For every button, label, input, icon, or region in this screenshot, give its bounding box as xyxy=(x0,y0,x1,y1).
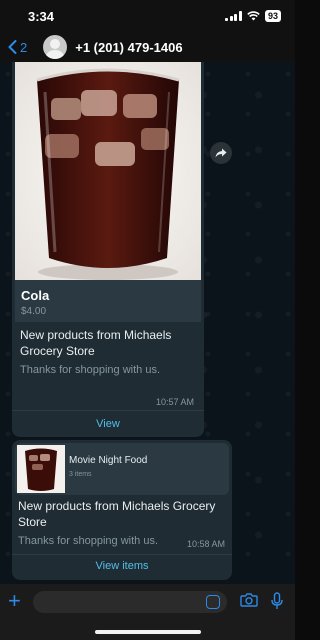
product-info[interactable]: Cola $4.00 xyxy=(15,280,201,322)
message-time: 10:58 AM xyxy=(187,539,226,549)
message-subtitle: Thanks for shopping with us. xyxy=(18,535,159,547)
catalog-thumbnail xyxy=(17,445,65,493)
message-title: New products from Michaels Grocery Store xyxy=(18,499,216,529)
message-subtitle: Thanks for shopping with us. xyxy=(20,364,161,376)
catalog-title: Movie Night Food xyxy=(69,455,148,466)
status-time: 3:34 xyxy=(28,9,55,24)
wifi-icon xyxy=(247,11,260,21)
message-title: New products from Michaels Grocery Store xyxy=(20,328,172,358)
chat-header: 2 +1 (201) 479-1406 xyxy=(0,32,295,62)
signal-icon xyxy=(225,11,242,21)
cola-thumbnail-image xyxy=(17,445,65,493)
cola-glass-image xyxy=(15,62,201,280)
contact-name[interactable]: +1 (201) 479-1406 xyxy=(75,40,182,55)
sticker-icon[interactable] xyxy=(206,595,220,609)
product-image[interactable] xyxy=(15,62,201,280)
back-button[interactable]: 2 xyxy=(8,40,27,55)
plus-icon[interactable]: + xyxy=(8,590,21,612)
divider xyxy=(12,410,204,411)
product-message-bubble[interactable]: Cola $4.00 New products from Michaels Gr… xyxy=(12,62,204,437)
home-indicator xyxy=(95,630,201,634)
camera-icon[interactable] xyxy=(240,593,258,607)
battery-indicator: 93 xyxy=(264,10,281,22)
forward-button[interactable] xyxy=(210,142,232,164)
catalog-card[interactable]: Movie Night Food 3 items xyxy=(15,443,229,495)
product-name: Cola xyxy=(21,288,50,303)
message-input[interactable] xyxy=(33,591,227,613)
catalog-item-count: 3 items xyxy=(69,471,92,478)
microphone-icon[interactable] xyxy=(271,592,283,610)
product-price: $4.00 xyxy=(21,306,47,317)
view-button[interactable]: View xyxy=(12,418,204,430)
back-count: 2 xyxy=(20,39,28,55)
message-time: 10:57 AM xyxy=(156,397,195,407)
divider xyxy=(12,554,232,555)
status-bar: 3:34 93 xyxy=(0,0,295,32)
chevron-left-icon xyxy=(8,40,17,54)
view-items-button[interactable]: View items xyxy=(12,560,232,572)
catalog-message-bubble[interactable]: Movie Night Food 3 items New products fr… xyxy=(12,440,232,580)
status-icons: 93 xyxy=(225,9,281,23)
share-forward-icon xyxy=(215,148,227,158)
chat-area[interactable]: Cola $4.00 New products from Michaels Gr… xyxy=(0,62,295,584)
avatar[interactable] xyxy=(43,35,68,59)
